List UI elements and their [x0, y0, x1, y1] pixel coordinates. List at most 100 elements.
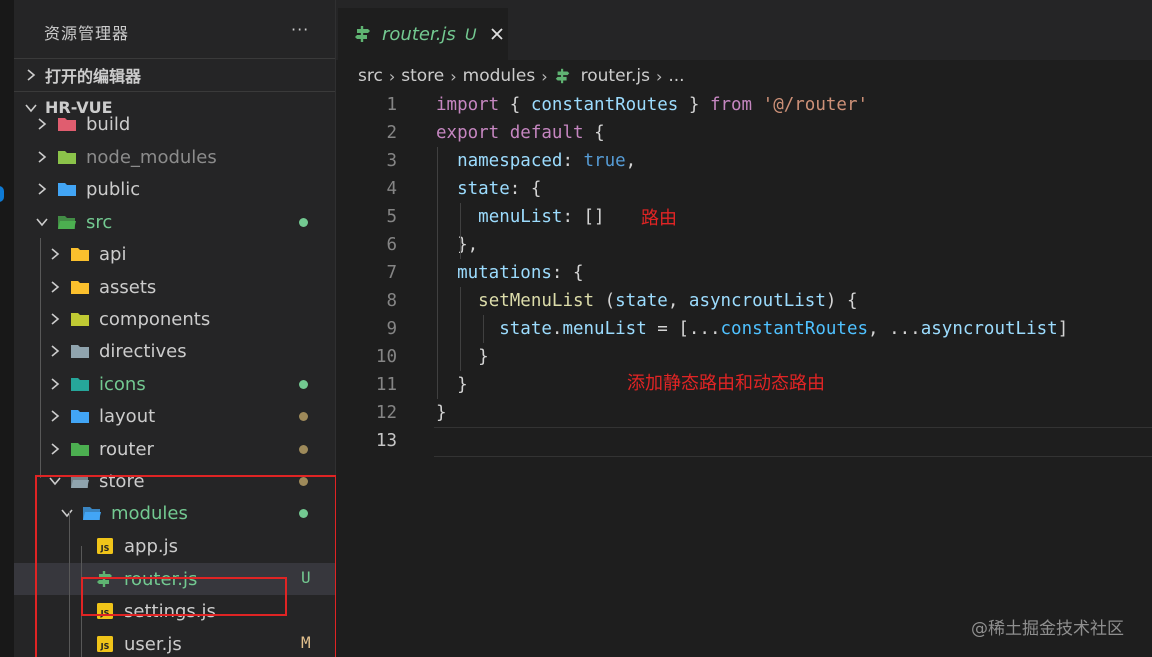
tree-item-label: src	[86, 211, 113, 233]
folder-layout-icon	[71, 410, 89, 423]
folder-icons-icon	[71, 378, 89, 391]
tree-item-public[interactable]: public	[14, 173, 335, 205]
code-token: ]	[1057, 319, 1069, 339]
code-token: , ...	[868, 319, 921, 339]
indent-guide	[483, 315, 484, 343]
tree-item-label: assets	[99, 276, 157, 298]
line-number: 6	[386, 235, 397, 255]
close-icon[interactable]	[490, 27, 504, 41]
tree-item-directives[interactable]: directives	[14, 335, 335, 367]
git-status-dot	[299, 218, 308, 227]
code-token: = [...	[646, 319, 721, 339]
code-token: true	[583, 151, 626, 171]
chevron-right-icon	[51, 248, 60, 260]
folder-components-icon	[71, 313, 89, 326]
folder-node-icon	[58, 151, 76, 164]
code-token: }	[436, 403, 447, 423]
code-token: import	[436, 95, 500, 115]
tree-item-label: public	[86, 178, 141, 200]
activity-bar-edge	[0, 0, 14, 657]
indent-guide	[460, 203, 461, 259]
code-token: {	[499, 95, 531, 115]
code-line: 10 }	[336, 343, 1152, 371]
tab-router-js[interactable]: router.js U	[338, 8, 508, 60]
tree-item-components[interactable]: components	[14, 303, 335, 335]
line-number: 10	[375, 347, 397, 367]
tree-item-build[interactable]: build	[14, 108, 335, 140]
breadcrumb-src[interactable]: src	[358, 66, 383, 86]
code-token: default	[509, 123, 584, 143]
line-number: 7	[386, 263, 397, 283]
tree-indent-guide	[40, 238, 41, 478]
line-number: 5	[386, 207, 397, 227]
code-token: mutations	[457, 263, 552, 283]
code-token: asyncroutList	[688, 291, 826, 311]
breadcrumb-modules[interactable]: modules	[463, 66, 536, 86]
git-status-dot	[299, 412, 308, 421]
code-token: },	[436, 235, 479, 255]
code-token: ,	[667, 291, 689, 311]
code-token: .	[551, 319, 563, 339]
code-line: 9 state.menuList = [...constantRoutes, .…	[336, 315, 1152, 343]
breadcrumb-router-js[interactable]: router.js	[581, 66, 650, 86]
chevron-right-icon: ›	[655, 66, 663, 86]
code-text: import { constantRoutes } from '@/router…	[436, 91, 868, 119]
code-line: 7 mutations: {	[336, 259, 1152, 287]
code-token: menuList	[478, 207, 563, 227]
line-number: 12	[375, 403, 397, 423]
chevron-right-icon	[38, 151, 47, 163]
tree-item-label: directives	[99, 340, 187, 362]
tree-item-api[interactable]: api	[14, 238, 335, 270]
code-line: 12}	[336, 399, 1152, 427]
tree-item-src[interactable]: src	[14, 206, 335, 238]
chevron-right-icon: ›	[450, 66, 457, 86]
tab-title: router.js	[382, 23, 456, 45]
chevron-right-icon	[51, 345, 60, 357]
tree-item-icons[interactable]: icons	[14, 368, 335, 400]
tree-item-label: components	[99, 308, 211, 330]
tree-item-router[interactable]: router	[14, 433, 335, 465]
chevron-down-icon	[36, 218, 48, 227]
code-token: : {	[509, 179, 542, 199]
code-token: : []	[562, 207, 605, 227]
chevron-right-icon	[51, 410, 60, 422]
code-line: 6 },	[336, 231, 1152, 259]
breadcrumb-symbols[interactable]: ...	[668, 66, 684, 86]
tree-item-assets[interactable]: assets	[14, 271, 335, 303]
router-file-icon	[355, 26, 370, 42]
tree-item-layout[interactable]: layout	[14, 400, 335, 432]
code-text: state.menuList = [...constantRoutes, ...…	[436, 315, 1068, 343]
annotation-add-routes: 添加静态路由和动态路由	[627, 373, 825, 394]
code-line: 2 export default {	[336, 119, 1152, 147]
tree-item-label: node_modules	[86, 146, 217, 168]
chevron-right-icon	[51, 313, 60, 325]
git-status-dot	[299, 445, 308, 454]
open-editors-section[interactable]: 打开的编辑器	[14, 58, 335, 90]
line-number: 8	[386, 291, 397, 311]
folder-router-icon	[71, 443, 89, 456]
code-token: ,	[625, 151, 637, 171]
code-line: 13	[336, 427, 1152, 457]
code-text: state: {	[436, 175, 541, 203]
tree-item-node-modules[interactable]: node_modules	[14, 141, 335, 173]
breadcrumb-store[interactable]: store	[401, 66, 444, 86]
chevron-right-icon: ›	[541, 66, 548, 86]
code-token: state	[615, 291, 668, 311]
indent-guide	[460, 287, 461, 371]
code-token: (	[594, 291, 616, 311]
chevron-right-icon	[51, 378, 60, 390]
chevron-right-icon: ›	[388, 66, 396, 86]
more-actions-icon[interactable]: ···	[291, 20, 309, 39]
explorer-title: 资源管理器	[44, 24, 130, 43]
editor-area: router.js U src › store › modules › rout…	[336, 0, 1152, 657]
line-number: 2	[386, 123, 397, 143]
code-token: state	[499, 319, 552, 339]
code-token: constantRoutes	[720, 319, 869, 339]
code-text: namespaced: true,	[436, 147, 636, 175]
